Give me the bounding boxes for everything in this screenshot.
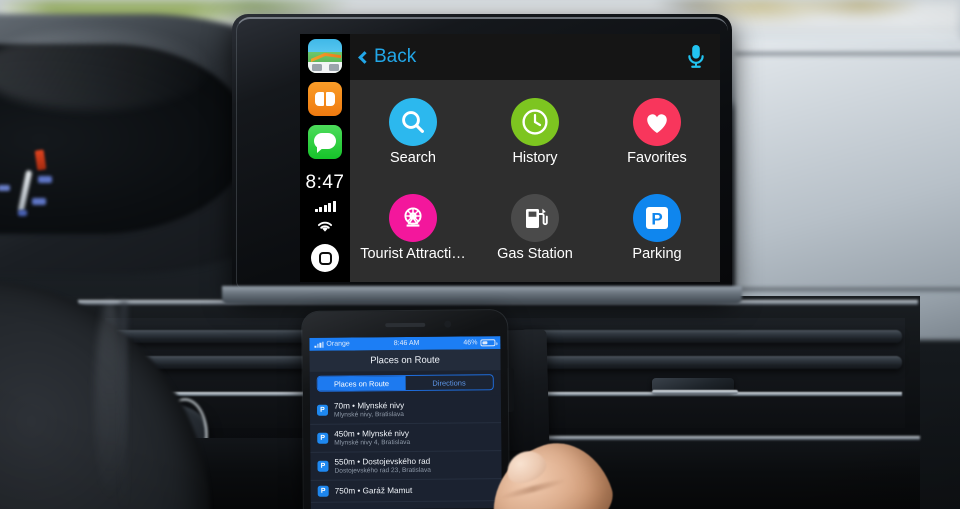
gas-station-icon-circle — [511, 194, 559, 242]
grid-label-tourist-attractions: Tourist Attracti… — [360, 246, 466, 262]
console-chrome-lower-trim — [490, 436, 920, 440]
list-item[interactable]: P 450m • Mlynské nivy Mlynské nivy 4, Br… — [310, 423, 502, 453]
vent-slider-chrome — [652, 390, 738, 394]
list-item-subtitle: Mlynské nivy 4, Bratislava — [334, 438, 411, 447]
head-unit-base — [222, 286, 742, 304]
nav-icon-bottom-bar — [308, 62, 342, 73]
list-item-title: 550m • Dostojevského rad — [334, 456, 431, 467]
parking-marker-icon: P — [317, 432, 329, 444]
history-icon-circle — [511, 98, 559, 146]
vent-slat — [520, 330, 902, 343]
steering-wheel-seam — [120, 300, 128, 509]
back-button[interactable]: Back — [358, 46, 417, 68]
list-item-subtitle: Mlynské nivy, Bratislava — [334, 411, 404, 419]
gauge-tick — [18, 210, 27, 216]
magnifier-icon — [402, 111, 424, 133]
status-bar-left: Orange — [314, 340, 350, 348]
heart-icon — [647, 114, 667, 133]
list-item-title: 450m • Mlynské nivy — [334, 428, 410, 439]
grid-label-search: Search — [390, 150, 436, 166]
back-button-label: Back — [374, 46, 417, 67]
phone-clock: 8:46 AM — [393, 339, 420, 348]
car-dashboard-scene: ◀◀ 8:47 — [0, 0, 960, 509]
carplay-sidebar: 8:47 — [300, 34, 350, 282]
grid-label-history: History — [512, 150, 558, 166]
grid-item-gas-station[interactable]: Gas Station — [474, 180, 596, 276]
vent-slat — [520, 356, 902, 369]
grid-label-parking: Parking — [632, 246, 682, 262]
parking-marker-icon: P — [316, 404, 329, 416]
cellular-signal-icon — [314, 201, 336, 212]
smartphone: Orange 8:46 AM 46% Places on Route Place… — [302, 310, 509, 509]
parking-marker-icon: P — [317, 460, 329, 472]
ferris-wheel-icon — [404, 207, 422, 227]
tourist-attractions-icon-circle — [389, 194, 437, 242]
cellular-bars-icon — [314, 341, 324, 348]
book-pages-glyph — [315, 92, 335, 106]
home-button-icon[interactable] — [311, 244, 339, 272]
gauge-tick — [38, 176, 52, 183]
battery-icon — [480, 339, 496, 347]
list-item-title: 750m • Garáž Mamut — [334, 485, 413, 496]
gauge-tick — [0, 185, 10, 191]
microphone-icon[interactable] — [686, 44, 706, 70]
phone-earpiece-speaker — [384, 322, 425, 328]
navigation-app-icon[interactable] — [308, 39, 342, 73]
carplay-display: 8:47 Back Search History Favorites Touri… — [300, 34, 720, 282]
wifi-icon — [317, 221, 333, 232]
list-item[interactable]: P 70m • Mlynské nivy Mlynské nivy, Brati… — [309, 395, 502, 425]
dashboard-seam — [735, 288, 960, 292]
phone-screen-title: Places on Route — [309, 349, 501, 372]
phone-screen: Orange 8:46 AM 46% Places on Route Place… — [309, 336, 502, 509]
battery-percent-label: 46% — [463, 339, 478, 347]
dashboard-edge-trim — [735, 52, 960, 57]
list-item-subtitle: Dostojevského rad 23, Bratislava — [334, 466, 431, 475]
carplay-main-pane: Back Search History Favorites Tourist At… — [350, 34, 720, 282]
carplay-navbar: Back — [350, 34, 720, 80]
grid-item-favorites[interactable]: Favorites — [596, 84, 718, 180]
segment-places-on-route[interactable]: Places on Route — [317, 376, 406, 391]
clock-icon — [522, 109, 548, 135]
messages-app-icon[interactable] — [308, 125, 342, 159]
list-item-title: 70m • Mlynské nivy — [333, 401, 405, 411]
dashboard-right-panel — [735, 40, 960, 340]
phone-front-camera — [444, 320, 452, 328]
search-icon-circle — [389, 98, 437, 146]
list-item-text: 70m • Mlynské nivy Mlynské nivy, Bratisl… — [334, 401, 404, 419]
grid-label-favorites: Favorites — [627, 150, 687, 166]
grid-label-gas-station: Gas Station — [497, 246, 573, 262]
svg-text:P: P — [651, 210, 662, 229]
parking-icon-circle: P — [633, 194, 681, 242]
segmented-control: Places on Route Directions — [316, 374, 494, 392]
fuel-pump-icon — [526, 208, 548, 228]
carplay-clock: 8:47 — [305, 172, 345, 193]
chevron-left-icon — [358, 50, 371, 64]
list-item-text: 750m • Garáž Mamut — [335, 486, 413, 496]
grid-item-tourist-attractions[interactable]: Tourist Attracti… — [352, 180, 474, 276]
list-item-text: 450m • Mlynské nivy Mlynské nivy 4, Brat… — [334, 429, 410, 447]
grid-item-parking[interactable]: P Parking — [596, 180, 718, 276]
speech-bubble-glyph — [314, 133, 336, 153]
books-app-icon[interactable] — [308, 82, 342, 116]
gauge-tick — [32, 198, 46, 205]
carrier-label: Orange — [326, 340, 350, 348]
parking-p-icon: P — [646, 207, 668, 229]
status-bar-right: 46% — [463, 339, 496, 347]
favorites-icon-circle — [633, 98, 681, 146]
grid-item-history[interactable]: History — [474, 84, 596, 180]
parking-marker-icon: P — [317, 485, 329, 497]
list-item-text: 550m • Dostojevského rad Dostojevského r… — [334, 457, 431, 475]
grid-item-search[interactable]: Search — [352, 84, 474, 180]
list-item[interactable]: P 550m • Dostojevského rad Dostojevského… — [310, 451, 502, 481]
places-list: P 70m • Mlynské nivy Mlynské nivy, Brati… — [309, 395, 502, 503]
carplay-app-grid: Search History Favorites Tourist Attract… — [350, 80, 720, 282]
segment-directions[interactable]: Directions — [405, 375, 493, 391]
list-item[interactable]: P 750m • Garáž Mamut — [310, 479, 502, 503]
